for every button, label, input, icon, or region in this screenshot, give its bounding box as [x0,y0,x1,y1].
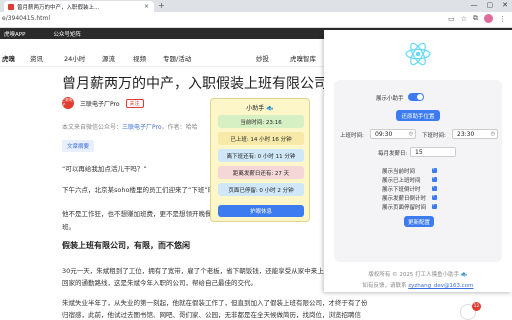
helper-title: 小助手 🐟 [211,103,309,112]
star-icon[interactable]: ☆ [461,15,467,23]
nav-item-news[interactable]: 资讯 [30,53,43,63]
author-name[interactable]: 三联电子厂Pro [80,99,120,108]
extension-popup: 展示小助手 还原助手位置 上班时间: 09:30 ◷ 下班时间: 23:30 ◷ 每… [324,30,512,292]
source-prefix: 本文来自微信公众号： [62,124,123,131]
save-config-button[interactable]: 更新配置 [404,216,434,227]
site-logo[interactable]: 虎嗅 [2,53,15,63]
contact-email-link[interactable]: zyzhang_dev@163.com [408,283,473,289]
follow-button[interactable]: 关注 [125,98,144,108]
start-time-value: 09:30 [375,130,393,138]
cast-icon[interactable]: ▭ [448,15,455,23]
popup-footer-copyright: 版权所有 © 2025 打工人摸鱼小助手 🐟 [368,272,468,278]
new-tab-button[interactable]: + [158,1,165,10]
menu-icon[interactable]: ⋮ [499,15,506,23]
checkbox-label-worked-time: 展示已上班时间 [382,178,421,184]
article-paragraph: 30元一天，朱斌租到了工位，拥有了宽带，雇了个老板，省下朝饭钱，还能享受从家中来… [62,267,363,275]
checkbox-label-payday: 展示发薪日倒计时 [382,196,427,202]
maximize-button[interactable]: ▢ [487,1,494,9]
article-paragraph: 归宿感，此前，他试过去图书馆、网吧、哥们家、公园，无非都是在全天候做简历，找岗位… [62,311,361,319]
window-controls: — ▢ ✕ [471,1,509,9]
checkbox-label-current-time: 展示当前时间 [382,169,416,175]
site-favicon-icon [8,3,14,10]
article-paragraph: 回家的通勤路线，这是朱斌今年入职的公司，帮给自己最佳的交代。 [62,279,257,287]
start-time-label: 上班时间: [340,133,364,139]
nav-item-topics[interactable]: 专题/活动 [163,53,191,63]
popup-footer-contact: 如有反馈，请联系 zyzhang_dev@163.com [324,281,512,289]
fish-icon: 🐟 [266,105,274,112]
worked-time-box: 已上班: 14 小时 16 分钟 [218,132,304,145]
payday-input[interactable]: 15 [410,147,456,157]
show-widget-toggle[interactable] [408,93,424,101]
article-paragraph: 班。 [62,223,75,231]
checkbox-label-page-stay: 展示页面停留时间 [382,205,427,211]
start-time-input[interactable]: 09:30 ◷ [370,129,416,139]
source-suffix: ，作者：哈哈 [161,124,198,131]
clock-icon: ◷ [490,131,495,137]
bookmark-item[interactable]: 公众号矩阵 [53,30,81,38]
end-time-value: 23:30 [457,130,475,138]
contact-prefix: 如有反馈，请联系 [362,283,409,289]
bookmark-item[interactable]: 虎嗅APP [4,30,25,38]
close-window-button[interactable]: ✕ [502,1,508,9]
comment-count-badge: 12 [472,302,481,311]
article-paragraph: 朱斌失业半年了，从失业的第一刻起，他就在假装工作了，但直到加入了假装上班有限公司… [62,299,368,307]
nav-item-video[interactable]: 视频 [133,53,146,63]
helper-widget[interactable]: 小助手 🐟 当前时间: 23:16 已上班: 14 小时 16 分钟 离下班还有… [210,98,310,222]
tab-title: 曾月薪两万的中产，入职假装上... [17,4,100,11]
reset-position-button[interactable]: 还原助手位置 [396,110,440,121]
show-widget-label: 展示小助手 [376,96,404,102]
eye-rest-button[interactable]: 护眼休息 [218,205,304,217]
author-avatar[interactable]: 三联电子 [62,97,74,109]
helper-title-text: 小助手 [246,105,265,112]
minimize-button[interactable]: — [471,1,478,9]
source-link[interactable]: 三联电子厂Pro [122,124,162,131]
checkbox-label-off-work: 展示下班倒计时 [382,187,421,193]
nav-item-24h[interactable]: 24小时 [64,53,85,63]
article-subheading: 假装上班有限公司，有限，而不悠闲 [62,241,190,250]
summary-tag[interactable]: 文章摘要 [62,140,95,152]
checkbox-current-time[interactable] [432,166,437,173]
nav-item-miaotou[interactable]: 妙投 [256,53,269,63]
toolbar-icons: ▭ ☆ ⧉ ⋮ [448,14,506,23]
article-quote: “可以再给我加点活儿干吗？” [62,165,147,173]
payday-countdown-box: 距离发薪日还有: 27 天 [218,166,304,179]
address-bar: e/3940415.html ▭ ☆ ⧉ ⋮ [0,12,512,28]
url-field[interactable]: e/3940415.html [2,15,50,22]
profile-icon[interactable] [484,14,493,23]
react-logo-icon [405,42,431,66]
checkbox-page-stay[interactable] [432,202,437,209]
checkbox-payday[interactable] [432,193,437,200]
tab-close-icon[interactable]: × [144,3,149,10]
checkbox-off-work[interactable] [432,184,437,191]
off-work-countdown-box: 离下班还有: 0 小时 11 分钟 [218,149,304,162]
checkbox-worked-time[interactable] [432,175,437,182]
browser-tab[interactable]: 曾月薪两万的中产，入职假装上... × [4,1,154,12]
end-time-label: 下班时间: [422,133,446,139]
author-row: 三联电子 三联电子厂Pro 关注 [62,97,144,109]
nav-item-think-tank[interactable]: 虎嗅智库 [290,53,316,63]
source-line: 本文来自微信公众号：三联电子厂Pro，作者：哈哈 [62,122,198,131]
end-time-input[interactable]: 23:30 ◷ [452,129,498,139]
page-stay-box: 页面已停留: 0 小时 2 分钟 [218,183,304,196]
nav-item-origin[interactable]: 源流 [102,53,115,63]
article-title: 曾月薪两万的中产，入职假装上班有限公司 [62,76,328,92]
payday-value: 15 [415,148,423,156]
current-time-box: 当前时间: 23:16 [218,115,304,128]
extensions-icon[interactable]: ⧉ [473,14,478,23]
clock-icon: ◷ [408,131,413,137]
payday-label: 每月发薪日: [378,151,408,157]
settings-card: 展示小助手 还原助手位置 上班时间: 09:30 ◷ 下班时间: 23:30 ◷ 每… [334,80,502,262]
tab-bar: 曾月薪两万的中产，入职假装上... × + — ▢ ✕ [0,0,512,12]
